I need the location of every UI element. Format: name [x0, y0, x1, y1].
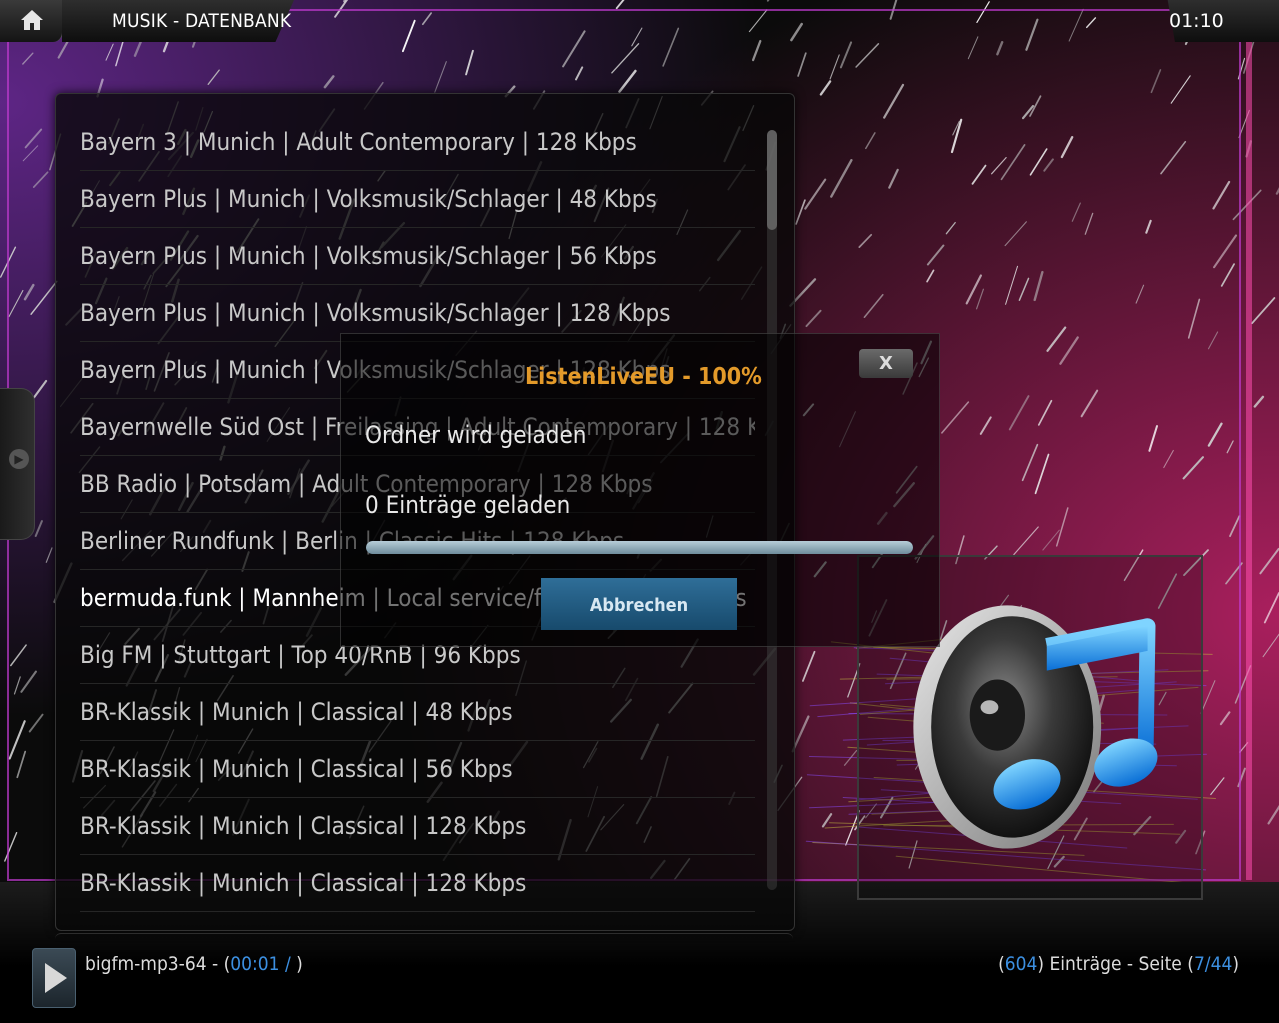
list-item[interactable]: BR-Klassik | Munich | Classical | 128 Kb…	[80, 855, 755, 912]
items-page-info: (604) Einträge - Seite (7/44)	[998, 953, 1239, 975]
home-button[interactable]	[0, 0, 63, 42]
home-icon	[21, 10, 43, 30]
list-item[interactable]: BR-Klassik | Munich | Classical | 128 Kb…	[80, 798, 755, 855]
dialog-close-button[interactable]: X	[859, 349, 913, 378]
side-menu-tab[interactable]: ▶	[0, 388, 35, 540]
now-playing: bigfm-mp3-64 - (00:01 / )	[85, 953, 303, 975]
page-number: 7/44	[1193, 953, 1233, 975]
play-button[interactable]	[32, 948, 76, 1008]
chevron-right-icon: ▶	[9, 449, 29, 469]
now-playing-close: )	[290, 953, 303, 975]
list-item[interactable]: BR-Klassik | Munich | Classical | 56 Kbp…	[80, 741, 755, 798]
list-item[interactable]: Bayern Plus | Munich | Volksmusik/Schlag…	[80, 171, 755, 228]
dialog-title: ListenLiveEU - 100%	[525, 364, 762, 390]
list-item[interactable]: Bayern 3 | Munich | Adult Contemporary |…	[80, 114, 755, 171]
items-open-paren: (	[998, 953, 1005, 975]
list-item[interactable]: BR-Klassik | Munich | Classical | 48 Kbp…	[80, 684, 755, 741]
scrollbar-thumb[interactable]	[767, 130, 777, 230]
progress-bar	[366, 541, 913, 554]
progress-bar-fill	[366, 541, 913, 554]
play-icon	[45, 963, 67, 993]
clock: 01:10	[1169, 10, 1224, 32]
page-title: MUSIK - DATENBANK	[112, 10, 292, 32]
items-label: ) Einträge - Seite (	[1037, 953, 1194, 975]
items-count: 604	[1004, 953, 1038, 975]
page-close-paren: )	[1232, 953, 1239, 975]
dialog-count-text: 0 Einträge geladen	[365, 491, 571, 519]
now-playing-track: bigfm-mp3-64 - (	[85, 953, 231, 975]
cancel-button[interactable]: Abbrechen	[541, 578, 737, 630]
list-item[interactable]: Bayern Plus | Munich | Volksmusik/Schlag…	[80, 228, 755, 285]
top-bar: MUSIK - DATENBANK 01:10	[0, 0, 1279, 44]
now-playing-time: 00:01 /	[230, 953, 291, 975]
dialog-status-text: Ordner wird geladen	[365, 421, 587, 449]
